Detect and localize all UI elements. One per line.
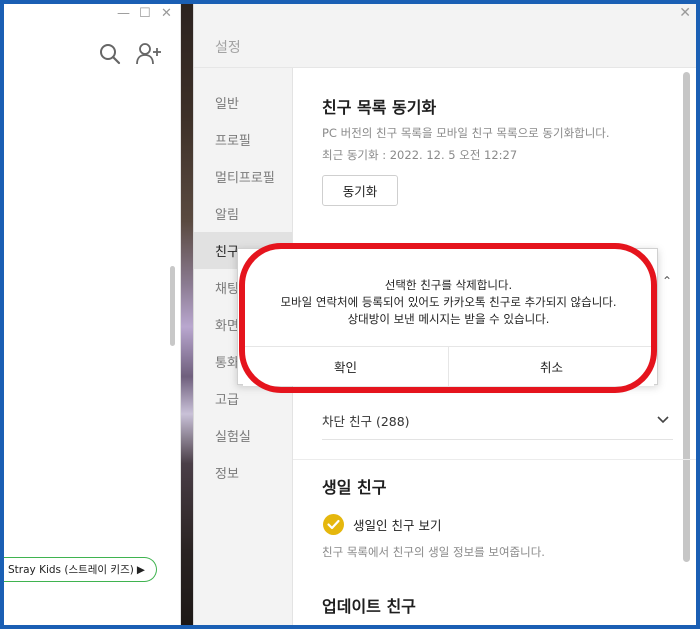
birthday-checkbox[interactable] [323,514,344,535]
settings-title: 설정 [215,40,241,56]
close-button[interactable]: ✕ [161,6,172,21]
nav-item-general[interactable]: 일반 [194,84,292,121]
dialog-buttons: 확인 취소 [243,346,654,386]
dialog-message: 선택한 친구를 삭제합니다. 모바일 연락처에 등록되어 있어도 카카오톡 친구… [238,277,659,328]
music-song-title: Stray Kids (스트레이 키즈) [8,564,134,576]
dialog-line-1: 선택한 친구를 삭제합니다. [384,278,513,292]
chevron-down-icon[interactable] [657,414,669,426]
nav-item-info[interactable]: 정보 [194,454,292,491]
blocked-friends-label: 차단 친구 (288) [322,414,410,429]
birthday-section-title: 생일 친구 [322,478,387,497]
sync-section-title: 친구 목록 동기화 [322,98,437,117]
sync-button[interactable]: 동기화 [322,175,398,206]
music-player-pill[interactable]: Stray Kids (스트레이 키즈) ▶ [4,557,157,582]
nav-item-multiprofile[interactable]: 멀티프로필 [194,158,292,195]
birthday-description: 친구 목록에서 친구의 생일 정보를 보여줍니다. [322,545,545,559]
maximize-button[interactable]: ☐ [139,6,151,21]
confirm-button[interactable]: 확인 [243,347,449,386]
dialog-line-2: 모바일 연락처에 등록되어 있어도 카카오톡 친구로 추가되지 않습니다. [280,295,617,309]
settings-scrollbar[interactable] [683,72,690,562]
friends-list-scrollbar[interactable] [170,266,175,346]
blocked-friends-row[interactable]: 차단 친구 (288) [322,409,673,440]
sync-description: PC 버전의 친구 목록을 모바일 친구 목록으로 동기화합니다. [322,126,610,140]
birthday-checkbox-label[interactable]: 생일인 친구 보기 [353,515,441,534]
settings-close-button[interactable]: ✕ [679,5,691,21]
last-sync-time: 최근 동기화 : 2022. 12. 5 오전 12:27 [322,148,518,162]
nav-item-notifications[interactable]: 알림 [194,195,292,232]
search-icon[interactable] [99,43,121,65]
add-friend-icon[interactable] [136,42,162,66]
settings-titlebar: 설정 ✕ [194,4,696,68]
delete-friend-dialog: 선택한 친구를 삭제합니다. 모바일 연락처에 등록되어 있어도 카카오톡 친구… [237,248,659,386]
nav-item-profile[interactable]: 프로필 [194,121,292,158]
cancel-button[interactable]: 취소 [449,347,654,386]
update-section-title: 업데이트 친구 [322,597,416,616]
minimize-button[interactable]: — [117,6,130,21]
dialog-line-3: 상대방이 보낸 메시지는 받을 수 있습니다. [347,312,550,326]
background-photo-strip [181,4,193,625]
screenshot-frame: — ☐ ✕ Stray Kids (스트레이 키즈) ▶ 설정 ✕ 일반 프로필 [4,4,696,625]
main-window: — ☐ ✕ Stray Kids (스트레이 키즈) ▶ [4,4,181,625]
section-divider [293,459,696,460]
play-icon[interactable]: ▶ [137,564,145,576]
nav-item-labs[interactable]: 실험실 [194,417,292,454]
chevron-up-icon[interactable]: ⌃ [662,274,672,288]
check-icon [327,519,340,530]
